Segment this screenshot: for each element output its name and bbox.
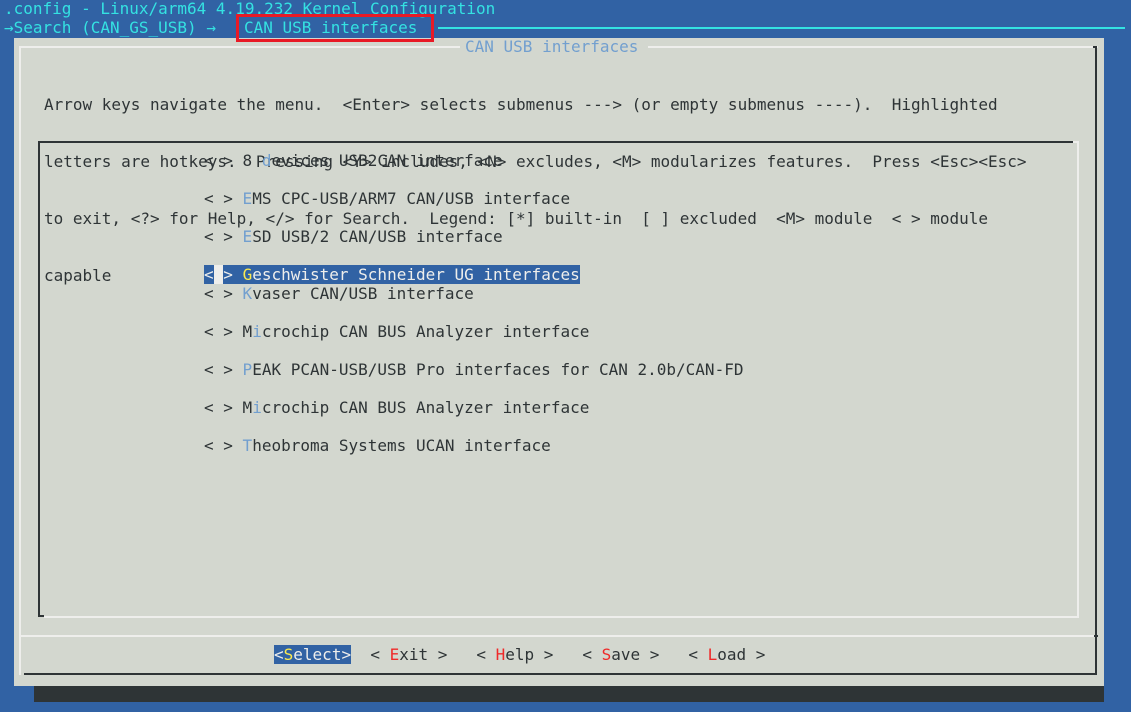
menu-item-label: MS CPC-USB/ARM7 CAN/USB interface	[252, 189, 571, 208]
button-label: elect	[293, 645, 342, 664]
button-hotkey: E	[389, 645, 400, 664]
highlight-annotation-box	[236, 14, 434, 42]
exit-button[interactable]: < Exit >	[370, 645, 447, 664]
menu-item[interactable]: < > EMS CPC-USB/ARM7 CAN/USB interface	[204, 189, 743, 208]
dialog-border	[20, 46, 460, 48]
menu-item-label: heobroma Systems UCAN interface	[252, 436, 551, 455]
module-state-checkbox[interactable]: < >	[204, 189, 233, 208]
menu-item-label-prefix: 8	[242, 151, 262, 170]
menu-box-border	[44, 616, 1079, 618]
menu-item-hotkey: d	[261, 151, 272, 170]
title-rule	[438, 27, 1125, 29]
module-state-checkbox[interactable]: < >	[204, 151, 233, 170]
menu-item-hotkey: E	[242, 189, 253, 208]
button-bracket: <	[370, 645, 390, 664]
menu-item[interactable]: < > ESD USB/2 CAN/USB interface	[204, 227, 743, 246]
menu-item-label: evices USB2CAN interface	[271, 151, 503, 170]
button-bracket: >	[534, 645, 554, 664]
button-label: elp	[505, 645, 535, 664]
breadcrumb-item-search[interactable]: Search (CAN_GS_USB)	[14, 18, 197, 37]
module-state-checkbox[interactable]: < >	[204, 265, 233, 284]
module-state-checkbox[interactable]: < >	[204, 360, 233, 379]
menu-item-hotkey: T	[242, 436, 253, 455]
dialog-border	[648, 46, 1098, 48]
button-hotkey: H	[495, 645, 506, 664]
help-button[interactable]: < Help >	[476, 645, 553, 664]
menu-box-border	[1073, 141, 1079, 143]
select-button[interactable]: <Select>	[274, 645, 352, 664]
text-cursor	[213, 265, 224, 284]
menu-item[interactable]: < > Theobroma Systems UCAN interface	[204, 436, 743, 455]
menu-item-hotkey: E	[242, 227, 253, 246]
dialog-border	[1095, 46, 1097, 674]
module-state-checkbox[interactable]: < >	[204, 227, 233, 246]
menu-item[interactable]: < > 8 devices USB2CAN interface	[204, 151, 743, 170]
menu-item[interactable]: < > Microchip CAN BUS Analyzer interface	[204, 398, 743, 417]
menu-item-label: EAK PCAN-USB/USB Pro interfaces for CAN …	[252, 360, 744, 379]
dialog-border	[19, 46, 21, 675]
button-label: ave	[611, 645, 641, 664]
button-bracket: <	[582, 645, 602, 664]
menu-item-selected[interactable]: < > Geschwister Schneider UG interfaces	[204, 265, 580, 284]
menu-item-label: crochip CAN BUS Analyzer interface	[261, 322, 590, 341]
breadcrumb-separator-icon: →	[206, 18, 216, 37]
module-state-checkbox[interactable]: < >	[204, 398, 233, 417]
menu-item[interactable]: < > PEAK PCAN-USB/USB Pro interfaces for…	[204, 360, 743, 379]
button-separator	[1094, 635, 1098, 637]
button-bracket: >	[341, 645, 352, 664]
button-bracket: >	[640, 645, 660, 664]
menu-item-hotkey: i	[252, 398, 262, 417]
menu-item-label-prefix: M	[242, 322, 253, 341]
menu-box-border	[1077, 141, 1079, 618]
button-bracket: <	[476, 645, 496, 664]
menu-item-hotkey: i	[252, 322, 262, 341]
menu-item[interactable]: < > Kvaser CAN/USB interface	[204, 284, 743, 303]
save-button[interactable]: < Save >	[582, 645, 659, 664]
menu-item-hotkey: K	[242, 284, 253, 303]
menu-item-label: vaser CAN/USB interface	[252, 284, 474, 303]
button-bracket: <	[688, 645, 708, 664]
button-label: oad	[717, 645, 747, 664]
dialog-border	[24, 673, 1097, 675]
menu-box-border	[38, 141, 40, 617]
menu-box-border	[38, 141, 1074, 143]
module-state-checkbox[interactable]: < >	[204, 436, 233, 455]
menu-item-label-prefix: M	[242, 398, 253, 417]
button-bar: <Select> < Exit > < Help > < Save > < Lo…	[274, 645, 765, 664]
dialog-title: CAN USB interfaces	[465, 37, 639, 56]
menu-item-hotkey: G	[242, 265, 253, 284]
breadcrumb-arrow-icon: →	[4, 18, 14, 37]
button-hotkey: L	[707, 645, 718, 664]
menu-item-hotkey: P	[242, 360, 253, 379]
button-bracket: <	[274, 645, 284, 664]
menu-item[interactable]: < > Microchip CAN BUS Analyzer interface	[204, 322, 743, 341]
menu-item-label: eschwister Schneider UG interfaces	[252, 265, 580, 284]
menu-item-label: SD USB/2 CAN/USB interface	[252, 227, 503, 246]
menu-list: < > 8 devices USB2CAN interface < > EMS C…	[204, 151, 743, 474]
button-bracket: >	[746, 645, 766, 664]
help-line: Arrow keys navigate the menu. <Enter> se…	[44, 95, 998, 114]
load-button[interactable]: < Load >	[688, 645, 765, 664]
button-hotkey: S	[283, 645, 294, 664]
menu-item-label: crochip CAN BUS Analyzer interface	[261, 398, 590, 417]
button-bracket: >	[428, 645, 448, 664]
module-state-checkbox[interactable]: < >	[204, 284, 233, 303]
button-hotkey: S	[601, 645, 612, 664]
button-label: xit	[399, 645, 429, 664]
button-separator	[20, 635, 1095, 637]
dialog-border	[1093, 46, 1097, 48]
module-state-checkbox[interactable]: < >	[204, 322, 233, 341]
breadcrumb: →Search (CAN_GS_USB) →	[4, 18, 216, 37]
